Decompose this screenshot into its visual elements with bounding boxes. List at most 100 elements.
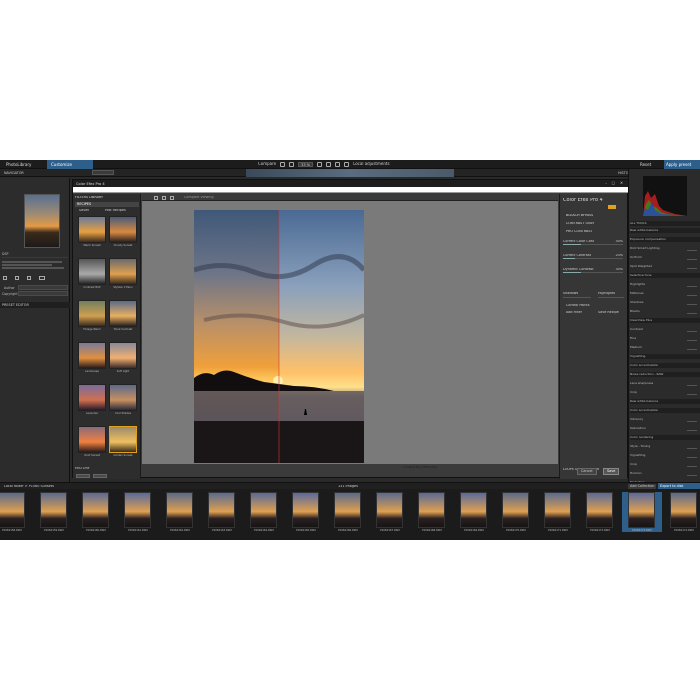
split-view-icon[interactable] — [162, 195, 166, 200]
filter-section-header[interactable]: CONTRAST ONLY — [566, 222, 594, 226]
filmstrip-thumbnail[interactable]: P1060169.RW2 — [454, 492, 494, 532]
tool-row[interactable]: Medium — [630, 345, 700, 350]
filmstrip-thumbnail[interactable]: P1060158.RW2 — [0, 492, 32, 532]
tool-row[interactable]: Vignetting — [630, 354, 700, 359]
tab-customize[interactable]: Customize — [47, 160, 93, 169]
mask-icon[interactable] — [344, 162, 350, 167]
tool-row[interactable]: Raw white balance — [630, 399, 700, 404]
minimize-icon[interactable]: – — [605, 181, 607, 185]
filters-library-label[interactable]: FILTERS LIBRARY — [75, 196, 103, 200]
tool-row[interactable]: Blacks — [630, 309, 700, 314]
tool-row[interactable]: Color rendering — [630, 435, 700, 440]
tab-photolibrary[interactable]: PhotoLibrary — [2, 160, 46, 169]
filmstrip-thumbnail[interactable]: P1060170.RW2 — [496, 492, 536, 532]
fit-icon[interactable] — [280, 162, 286, 167]
tool-value-field[interactable] — [687, 295, 697, 296]
tool-row[interactable]: Style - Toning — [630, 444, 700, 449]
filmstrip-thumbnail[interactable]: P1060162.RW2 — [160, 492, 200, 532]
label-icon[interactable] — [39, 276, 45, 280]
preset-item[interactable]: Lavender — [78, 384, 106, 416]
eyedropper-icon[interactable] — [335, 162, 341, 167]
tool-value-field[interactable] — [687, 349, 697, 350]
filmstrip-thumbnail[interactable]: P1060171.RW2 — [538, 492, 578, 532]
left-tab-hist[interactable]: Hist Recipes — [105, 209, 126, 213]
before-after-toggle[interactable] — [92, 170, 114, 175]
tool-value-field[interactable] — [687, 250, 697, 251]
filter-section-header[interactable]: BLEACH BYPASS — [566, 214, 593, 218]
save-button[interactable]: Save — [603, 468, 620, 475]
photo-preview[interactable] — [194, 210, 364, 463]
preset-item[interactable]: Cloudy Sunset — [109, 216, 137, 248]
filmstrip-thumbnail[interactable]: P1060163.RW2 — [202, 492, 242, 532]
straighten-icon[interactable] — [326, 162, 332, 167]
save-recipe-button[interactable]: Save Recipe — [598, 311, 619, 315]
left-tab-saved[interactable]: Saved — [79, 209, 89, 213]
reset-button[interactable]: Reset — [640, 162, 651, 167]
tool-row[interactable]: ClearView Plus — [630, 318, 700, 323]
tool-row[interactable]: Crop — [630, 390, 700, 395]
tool-row[interactable]: Spot Weighted — [630, 264, 700, 269]
reject-icon[interactable] — [27, 276, 31, 280]
preset-item[interactable]: Vivid Sunset — [78, 426, 106, 458]
filmstrip-thumbnail[interactable]: P1060168.RW2 — [412, 492, 452, 532]
copyright-field[interactable] — [18, 291, 68, 296]
side-by-side-icon[interactable] — [170, 195, 174, 200]
filmstrip-thumbnail[interactable]: P1060174.RW2 — [664, 492, 700, 532]
filmstrip-thumbnail[interactable]: P1060159.RW2 — [34, 492, 74, 532]
tool-row[interactable]: Color accentuation — [630, 363, 700, 368]
preset-item[interactable]: Contrast B/W — [78, 258, 106, 290]
filter-icon[interactable] — [608, 205, 616, 209]
filmstrip-thumbnail[interactable]: P1060173.RW2 — [622, 492, 662, 532]
add-filter-button[interactable]: Add Filter — [566, 311, 582, 315]
compare-button[interactable]: Compare — [258, 162, 276, 166]
control-points-label[interactable]: Control Points — [566, 304, 590, 308]
filmstrip-thumbnail[interactable]: P1060165.RW2 — [286, 492, 326, 532]
tool-value-field[interactable] — [687, 394, 697, 395]
tool-value-field[interactable] — [687, 313, 697, 314]
tool-row[interactable]: Vibrancy — [630, 417, 700, 422]
tool-row[interactable]: Raw white balance — [630, 228, 700, 233]
preset-item[interactable]: Landscape — [78, 342, 106, 374]
hand-icon[interactable] — [289, 162, 295, 167]
tool-row[interactable]: Crop — [630, 462, 700, 467]
tool-row[interactable]: Contrast — [630, 327, 700, 332]
star-icon[interactable] — [15, 276, 19, 280]
preset-item[interactable]: Soft Light — [109, 342, 137, 374]
filter-slider[interactable]: Correct Contrast 20% — [563, 254, 625, 260]
author-field[interactable] — [18, 285, 68, 290]
tool-value-field[interactable] — [687, 475, 697, 476]
flag-icon[interactable] — [3, 276, 7, 280]
tool-row[interactable]: Midtones — [630, 291, 700, 296]
tool-row[interactable]: Fine — [630, 336, 700, 341]
tool-row[interactable]: Selective tone — [630, 273, 700, 278]
tool-row[interactable]: Exposure compensation — [630, 237, 700, 242]
filmstrip-thumbnail[interactable]: P1060166.RW2 — [328, 492, 368, 532]
filter-slider[interactable]: Dynamic Contrast 30% — [563, 268, 625, 274]
tool-value-field[interactable] — [687, 457, 697, 458]
crop-icon[interactable] — [317, 162, 323, 167]
cep-search-input[interactable] — [73, 187, 629, 193]
maximize-icon[interactable]: □ — [612, 181, 615, 185]
filmstrip-thumbnail[interactable]: P1060172.RW2 — [580, 492, 620, 532]
navigator-thumbnail[interactable] — [24, 194, 60, 248]
tool-value-field[interactable] — [687, 421, 697, 422]
tool-row[interactable]: Noise reduction - RAW — [630, 372, 700, 377]
tool-row[interactable]: Vignetting — [630, 453, 700, 458]
tool-value-field[interactable] — [687, 259, 697, 260]
tool-row[interactable]: Color accentuation — [630, 408, 700, 413]
preset-item[interactable]: Cool Shades — [109, 384, 137, 416]
tool-value-field[interactable] — [687, 430, 697, 431]
tool-value-field[interactable] — [687, 286, 697, 287]
single-view-icon[interactable] — [154, 195, 158, 200]
undo-button[interactable] — [76, 474, 90, 478]
tool-value-field[interactable] — [687, 331, 697, 332]
redo-button[interactable] — [93, 474, 107, 478]
cancel-button[interactable]: Cancel — [577, 468, 597, 475]
tool-row[interactable]: Horizon — [630, 471, 700, 476]
local-adjustments-button[interactable]: Local adjustments — [353, 162, 389, 166]
preset-item[interactable]: Tonal Contrast — [109, 300, 137, 332]
tool-value-field[interactable] — [687, 304, 697, 305]
tool-value-field[interactable] — [687, 268, 697, 269]
tool-value-field[interactable] — [687, 340, 697, 341]
filmstrip-thumbnail[interactable]: P1060161.RW2 — [118, 492, 158, 532]
